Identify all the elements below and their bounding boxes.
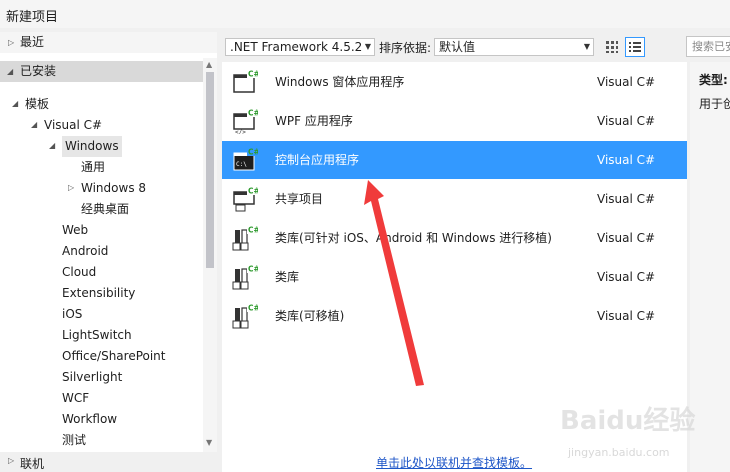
grid-view-icon xyxy=(606,41,618,53)
left-navigation-panel: ▷ 最近 ◢ 已安装 ◢ 模板 ◢ Visual C# ◢ Windows 通用 ▷ Windo… xyxy=(0,32,217,472)
tree-item[interactable]: 通用 xyxy=(81,157,105,178)
template-name: WPF 应用程序 xyxy=(275,114,353,128)
framework-value: .NET Framework 4.5.2 xyxy=(230,40,363,54)
tree-item[interactable]: Web xyxy=(62,220,88,241)
tree-item[interactable]: 测试 xyxy=(62,430,86,451)
installed-section-header[interactable]: ◢ 已安装 xyxy=(0,61,217,82)
tree-item[interactable]: WCF xyxy=(62,388,89,409)
template-language: Visual C# xyxy=(597,75,656,89)
recent-section-header[interactable]: ▷ 最近 xyxy=(0,32,217,53)
svg-text:</>: </> xyxy=(235,129,246,134)
tree-item[interactable]: Visual C# xyxy=(44,115,102,136)
watermark-url: jingyan.baidu.com xyxy=(568,446,670,459)
template-name: 类库(可针对 iOS、Android 和 Windows 进行移植) xyxy=(275,231,552,245)
template-name: 类库 xyxy=(275,270,300,284)
tree-item[interactable]: iOS xyxy=(62,304,82,325)
sort-label: 排序依据: xyxy=(379,41,432,55)
title-bar: 新建项目 xyxy=(0,0,730,28)
chevron-right-icon[interactable]: ▷ xyxy=(68,183,74,192)
svg-text:C#: C# xyxy=(248,70,258,79)
svg-text:C#: C# xyxy=(248,109,258,118)
svg-text:C:\: C:\ xyxy=(236,161,247,168)
list-view-button[interactable] xyxy=(625,37,645,57)
svg-text:C#: C# xyxy=(248,187,258,196)
chevron-down-icon[interactable]: ◢ xyxy=(31,120,37,129)
installed-label: 已安装 xyxy=(20,64,57,78)
chevron-down-icon[interactable]: ◢ xyxy=(12,99,18,108)
tree-item[interactable]: Silverlight xyxy=(62,367,122,388)
tree-item[interactable]: Office/SharePoint xyxy=(62,346,166,367)
template-item[interactable]: C# Windows 窗体应用程序 Visual C# xyxy=(222,63,687,101)
template-item[interactable]: C# 共享项目 Visual C# xyxy=(222,180,687,218)
portable-library-icon: C# xyxy=(232,225,260,251)
scrollbar-thumb[interactable] xyxy=(206,72,214,268)
svg-text:C#: C# xyxy=(248,226,258,235)
type-label: 类型: xyxy=(699,73,728,87)
template-details-panel: 类型: 用于创 xyxy=(690,62,730,472)
tree-item[interactable]: LightSwitch xyxy=(62,325,132,346)
framework-dropdown[interactable]: .NET Framework 4.5.2 ▼ xyxy=(225,38,375,56)
template-name: 控制台应用程序 xyxy=(275,153,360,167)
grid-view-button[interactable] xyxy=(602,37,622,57)
chevron-down-icon[interactable]: ◢ xyxy=(49,141,55,150)
svg-text:C#: C# xyxy=(248,265,258,274)
chevron-right-icon: ▷ xyxy=(8,38,15,47)
scroll-up-icon[interactable]: ▲ xyxy=(206,60,212,69)
dropdown-arrow-icon: ▼ xyxy=(583,42,590,51)
template-item[interactable]: C# 类库 Visual C# xyxy=(222,258,687,296)
winforms-icon: C# xyxy=(232,69,260,95)
template-name: 类库(可移植) xyxy=(275,309,345,323)
wpf-icon: </> C# xyxy=(232,108,260,136)
tree-item[interactable]: Extensibility xyxy=(62,283,135,304)
svg-text:C#: C# xyxy=(248,304,258,313)
template-description: 用于创 xyxy=(699,97,730,111)
window-title: 新建项目 xyxy=(6,10,59,25)
sort-dropdown[interactable]: 默认值 ▼ xyxy=(434,38,594,56)
tree-item[interactable]: 经典桌面 xyxy=(81,199,129,220)
template-item[interactable]: C:\C# 控制台应用程序 Visual C# xyxy=(222,141,687,179)
template-name: Windows 窗体应用程序 xyxy=(275,75,405,89)
tree-item[interactable]: Workflow xyxy=(62,409,117,430)
watermark-logo: Baidu经验 xyxy=(560,406,696,436)
tree-item[interactable]: Android xyxy=(62,241,108,262)
tree-item[interactable]: Windows xyxy=(62,136,122,157)
recent-label: 最近 xyxy=(20,35,45,49)
template-language: Visual C# xyxy=(597,309,656,323)
tree-item[interactable]: Cloud xyxy=(62,262,96,283)
template-language: Visual C# xyxy=(597,270,656,284)
shared-project-icon: C# xyxy=(232,186,260,212)
template-item[interactable]: </> C# WPF 应用程序 Visual C# xyxy=(222,102,687,140)
sort-value: 默认值 xyxy=(439,40,476,54)
dropdown-arrow-icon: ▼ xyxy=(364,42,371,51)
template-language: Visual C# xyxy=(597,114,656,128)
find-online-templates-link[interactable]: 单击此处以联机并查找模板。 xyxy=(376,454,532,471)
template-language: Visual C# xyxy=(597,153,656,167)
scroll-down-icon[interactable]: ▼ xyxy=(206,438,212,447)
template-language: Visual C# xyxy=(597,192,656,206)
template-toolbar: .NET Framework 4.5.2 ▼ 排序依据: 默认值 ▼ xyxy=(222,32,730,60)
portable-class-library-icon: C# xyxy=(232,303,260,329)
template-name: 共享项目 xyxy=(275,192,324,206)
search-templates-input[interactable]: 搜索已安装模板 xyxy=(686,36,730,57)
template-language: Visual C# xyxy=(597,231,656,245)
list-view-icon xyxy=(629,41,641,53)
tree-item[interactable]: Windows 8 xyxy=(81,178,146,199)
chevron-right-icon: ▷ xyxy=(8,456,15,465)
svg-text:C#: C# xyxy=(248,148,258,157)
class-library-icon: C# xyxy=(232,264,260,290)
tree-item[interactable]: 模板 xyxy=(25,94,49,115)
left-panel-scrollbar[interactable]: ▲ ▼ xyxy=(203,58,217,452)
online-section-header[interactable]: ▷ 联机 xyxy=(0,452,217,472)
online-label: 联机 xyxy=(20,457,45,471)
chevron-down-icon: ◢ xyxy=(7,67,14,76)
console-icon: C:\C# xyxy=(232,147,260,173)
template-item[interactable]: C# 类库(可移植) Visual C# xyxy=(222,297,687,335)
template-item[interactable]: C# 类库(可针对 iOS、Android 和 Windows 进行移植) Visu… xyxy=(222,219,687,257)
